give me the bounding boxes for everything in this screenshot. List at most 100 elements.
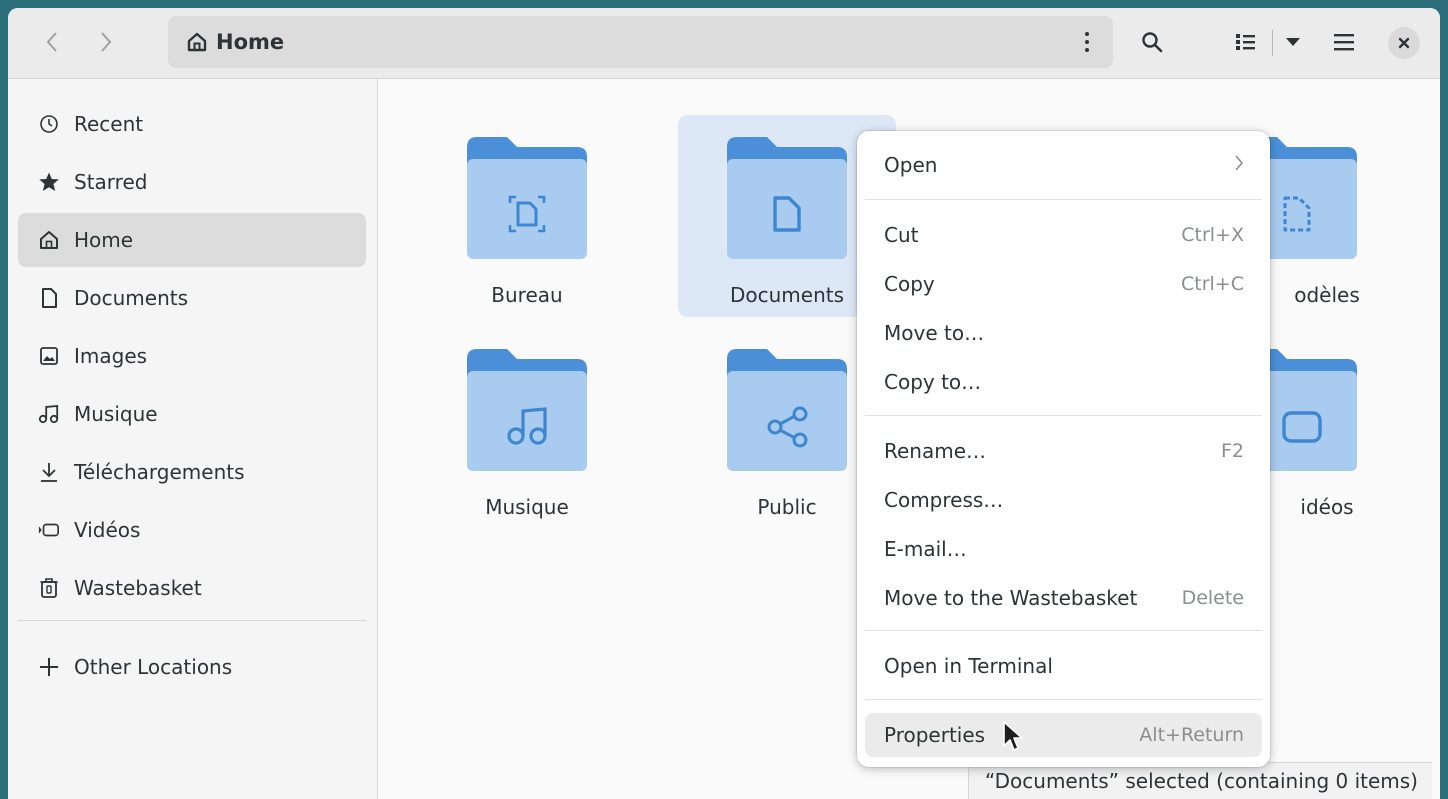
sidebar-item-label: Other Locations [74, 655, 233, 679]
download-icon [38, 461, 60, 483]
sidebar-item-label: Vidéos [74, 518, 141, 542]
chevron-right-icon [1234, 154, 1244, 177]
menu-item-open-in-terminal[interactable]: Open in Terminal [865, 644, 1262, 688]
sidebar-item-wastebasket[interactable]: Wastebasket [18, 561, 366, 615]
star-icon [38, 171, 60, 193]
menu-item-label: Move to the Wastebasket [884, 586, 1138, 610]
sidebar-item-other-locations[interactable]: Other Locations [18, 640, 366, 694]
menu-item-shortcut: F2 [1220, 440, 1244, 462]
sidebar-item-documents[interactable]: Documents [18, 271, 366, 325]
menu-item-rename[interactable]: Rename… F2 [865, 429, 1262, 473]
triangle-down-icon [1286, 38, 1300, 46]
sidebar-item-label: Documents [74, 286, 189, 310]
path-home-label: Home [216, 30, 285, 54]
sidebar-item-starred[interactable]: Starred [18, 155, 366, 209]
path-menu-button[interactable] [1079, 26, 1095, 58]
menu-item-label: Copy to… [884, 370, 982, 394]
sidebar-item-label: Home [74, 228, 134, 252]
path-bar[interactable]: Home [168, 16, 1113, 68]
home-icon [38, 229, 60, 251]
forward-button[interactable] [88, 24, 124, 60]
menu-item-move-to-wastebasket[interactable]: Move to the Wastebasket Delete [865, 576, 1262, 620]
sidebar-item-label: Images [74, 344, 148, 368]
dot-icon [1085, 40, 1089, 44]
menu-item-shortcut: Ctrl+C [1181, 273, 1244, 295]
plus-icon [38, 656, 60, 678]
sidebar-item-musique[interactable]: Musique [18, 387, 366, 441]
chevron-left-icon [46, 32, 57, 52]
main-menu-button[interactable] [1324, 22, 1364, 62]
home-icon [187, 32, 207, 52]
dot-icon [1085, 48, 1089, 52]
menu-item-label: E-mail… [884, 537, 967, 561]
menu-item-label: Copy [884, 272, 935, 296]
document-icon [38, 287, 60, 309]
clock-icon [38, 113, 60, 135]
sidebar-item-videos[interactable]: Vidéos [18, 503, 366, 557]
menu-item-label: Compress… [884, 488, 1004, 512]
menu-separator [865, 630, 1262, 631]
menu-item-move-to[interactable]: Move to… [865, 311, 1262, 355]
view-options-button[interactable] [1278, 22, 1308, 62]
sidebar-item-downloads[interactable]: Téléchargements [18, 445, 366, 499]
sidebar-item-label: Starred [74, 170, 148, 194]
sidebar: Recent Starred Home Documents Images Mus… [8, 79, 378, 799]
header-bar: Home [8, 8, 1440, 79]
list-view-icon [1236, 34, 1255, 50]
menu-separator [865, 415, 1262, 416]
menu-item-label: Move to… [884, 321, 985, 345]
close-icon [1398, 37, 1410, 49]
menu-separator [865, 699, 1262, 700]
status-bar: “Documents” selected (containing 0 items… [968, 762, 1432, 799]
menu-item-label: Open in Terminal [884, 654, 1053, 678]
folder-item-musique[interactable]: Musique [418, 327, 636, 529]
folder-label: idéos [1300, 495, 1354, 519]
sidebar-divider [18, 620, 366, 621]
sidebar-item-label: Wastebasket [74, 576, 202, 600]
share-icon [767, 406, 808, 448]
menu-item-properties[interactable]: Properties Alt+Return [865, 713, 1262, 757]
menu-item-cut[interactable]: Cut Ctrl+X [865, 213, 1262, 257]
menu-item-label: Rename… [884, 439, 987, 463]
menu-item-copy[interactable]: Copy Ctrl+C [865, 262, 1262, 306]
view-split-divider [1272, 30, 1273, 56]
sidebar-item-label: Musique [74, 402, 158, 426]
sidebar-item-home[interactable]: Home [18, 213, 366, 267]
back-button[interactable] [34, 24, 70, 60]
menu-item-copy-to[interactable]: Copy to… [865, 360, 1262, 404]
document-icon [773, 196, 801, 232]
dot-icon [1085, 32, 1089, 36]
sidebar-item-images[interactable]: Images [18, 329, 366, 383]
folder-label: Musique [485, 495, 569, 519]
path-home-button[interactable]: Home [186, 16, 284, 68]
view-list-button[interactable] [1226, 22, 1266, 62]
menu-item-shortcut: Ctrl+X [1181, 224, 1244, 246]
menu-separator [865, 199, 1262, 200]
hamburger-icon [1334, 34, 1354, 51]
desktop-icon [508, 195, 546, 233]
menu-item-compress[interactable]: Compress… [865, 478, 1262, 522]
menu-item-email[interactable]: E-mail… [865, 527, 1262, 571]
search-icon [1142, 32, 1163, 53]
menu-item-label: Open [884, 153, 938, 177]
folder-item-bureau[interactable]: Bureau [418, 115, 636, 317]
sidebar-item-label: Recent [74, 112, 144, 136]
video-icon [38, 519, 60, 541]
folder-label: odèles [1294, 283, 1360, 307]
menu-item-shortcut: Delete [1181, 587, 1244, 609]
folder-label: Bureau [491, 283, 563, 307]
menu-item-shortcut: Alt+Return [1139, 724, 1244, 746]
music-icon [38, 403, 60, 425]
trash-icon [38, 577, 60, 599]
video-icon [1282, 411, 1322, 443]
music-icon [507, 407, 547, 445]
menu-item-open[interactable]: Open [865, 143, 1262, 187]
menu-item-label: Properties [884, 723, 986, 747]
close-button[interactable] [1388, 27, 1420, 59]
chevron-right-icon [101, 32, 112, 52]
mouse-pointer-icon [1003, 721, 1023, 751]
sidebar-item-recent[interactable]: Recent [18, 97, 366, 151]
template-icon [1283, 196, 1311, 232]
menu-item-label: Cut [884, 223, 919, 247]
search-button[interactable] [1132, 22, 1172, 62]
